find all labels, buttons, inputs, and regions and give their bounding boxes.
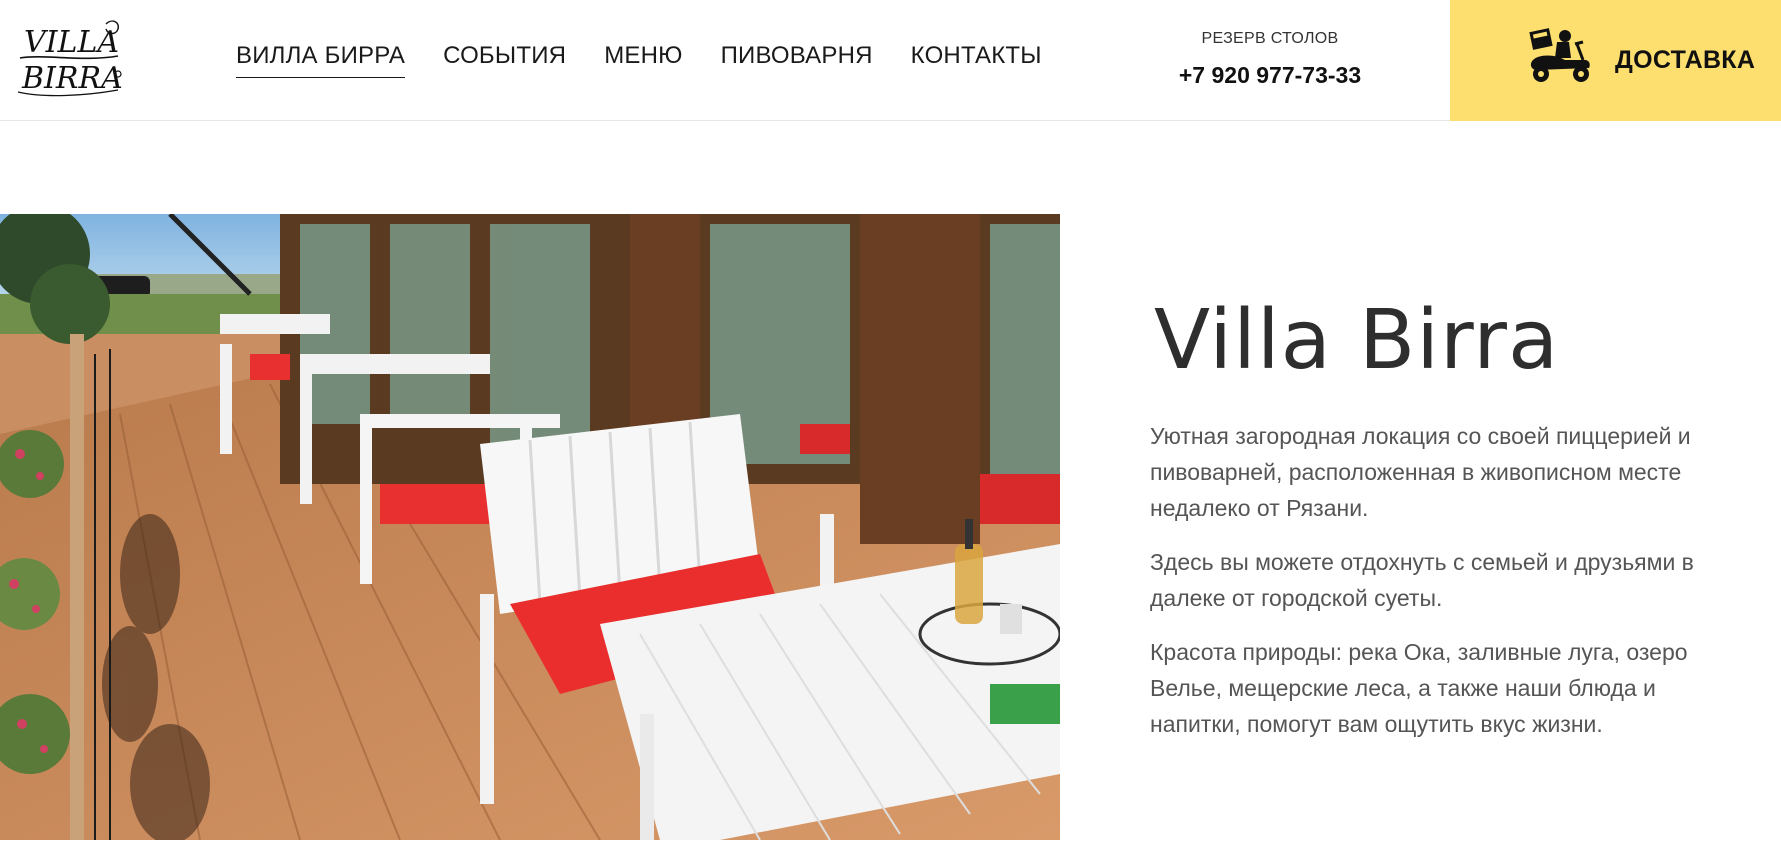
reservation-phone-link[interactable]: +7 920 977-73-33 [1160,62,1380,89]
nav-item-contacts[interactable]: КОНТАКТЫ [911,42,1042,78]
terrace-photo [0,214,1060,840]
villa-birra-logo-icon: VILLA BIRRA [17,20,123,97]
main-nav: ВИЛЛА БИРРА СОБЫТИЯ МЕНЮ ПИВОВАРНЯ КОНТА… [236,42,1080,78]
site-logo[interactable]: VILLA BIRRA [14,14,126,98]
site-header: VILLA BIRRA ВИЛЛА БИРРА СОБЫТИЯ МЕНЮ ПИВ… [0,0,1781,121]
hero-paragraph: Уютная загородная локация со своей пицце… [1150,423,1691,521]
nav-item-menu[interactable]: МЕНЮ [604,42,682,78]
delivery-label: ДОСТАВКА [1615,46,1756,74]
hero-text: Villa Birra Уютная загородная локация со… [1150,300,1720,742]
nav-item-events[interactable]: СОБЫТИЯ [443,42,566,78]
delivery-button[interactable]: ДОСТАВКА [1450,0,1781,121]
table-reservation: РЕЗЕРВ СТОЛОВ +7 920 977-73-33 [1160,30,1380,89]
hero-paragraph: Красота природы: река Ока, заливные луга… [1150,639,1688,737]
nav-item-brewery[interactable]: ПИВОВАРНЯ [721,42,873,78]
nav-item-villa-birra[interactable]: ВИЛЛА БИРРА [236,42,406,78]
hero-title: Villa Birra [1154,293,1560,388]
svg-text:BIRRA: BIRRA [21,61,123,96]
reservation-label: РЕЗЕРВ СТОЛОВ [1201,30,1339,47]
delivery-scooter-icon [1525,24,1595,88]
hero-paragraph: Здесь вы можете отдохнуть с семьей и дру… [1150,549,1694,611]
svg-text:VILLA: VILLA [24,25,119,60]
